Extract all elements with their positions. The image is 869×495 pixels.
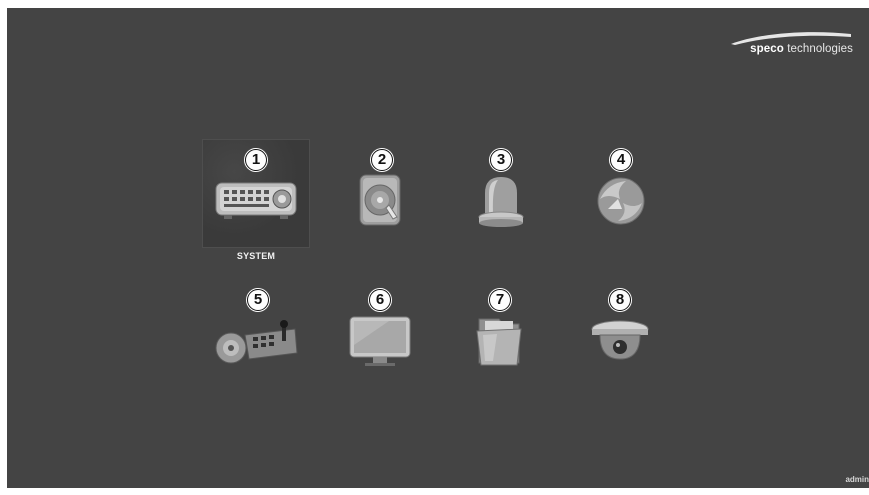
main-menu-screen: speco technologies 1 SYSTEM 2 3 4 5 6 7 … [7, 8, 869, 488]
menu-item-network[interactable]: 4 [578, 149, 664, 235]
brand-logo: speco technologies [723, 30, 853, 62]
monitor-icon [349, 316, 411, 366]
menu-item-archive[interactable]: 7 [457, 289, 543, 375]
menu-number-badge: 5 [247, 289, 269, 311]
menu-item-storage[interactable]: 2 [339, 149, 425, 235]
dome-camera-icon [591, 320, 649, 360]
menu-item-alarm[interactable]: 3 [458, 149, 544, 235]
menu-number-badge: 2 [371, 149, 393, 171]
folder-icon [476, 318, 522, 366]
network-globe-icon [597, 177, 645, 225]
dvr-recorder-icon [215, 182, 297, 219]
alarm-beacon-icon [478, 177, 524, 227]
menu-number-badge: 8 [609, 289, 631, 311]
brand-text: speco technologies [750, 43, 853, 55]
menu-number-badge: 1 [245, 149, 267, 171]
menu-number-badge: 3 [490, 149, 512, 171]
menu-item-ptz-control[interactable]: 5 [215, 289, 301, 375]
menu-number-badge: 7 [489, 289, 511, 311]
hard-disk-icon [359, 174, 401, 226]
menu-number-badge: 6 [369, 289, 391, 311]
menu-item-system[interactable]: 1 [202, 139, 310, 248]
logged-in-user: admin [845, 475, 869, 484]
selected-item-label: SYSTEM [236, 251, 276, 261]
menu-item-display[interactable]: 6 [337, 289, 423, 375]
menu-item-camera[interactable]: 8 [577, 289, 663, 375]
menu-number-badge: 4 [610, 149, 632, 171]
ptz-keyboard-camera-icon [215, 320, 298, 364]
